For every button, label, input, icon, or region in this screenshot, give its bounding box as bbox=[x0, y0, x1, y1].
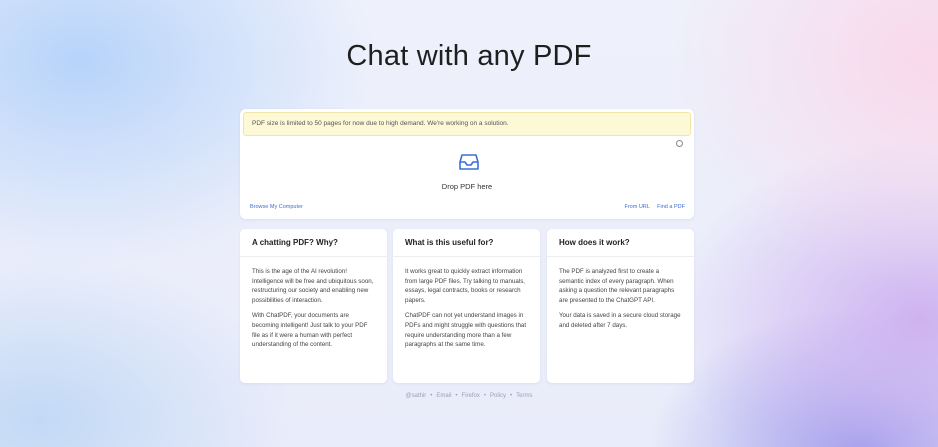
card-paragraph: It works great to quickly extract inform… bbox=[405, 268, 526, 304]
info-icon[interactable] bbox=[676, 140, 683, 147]
card-paragraph: The PDF is analyzed first to create a se… bbox=[559, 268, 675, 304]
card-paragraph: This is the age of the AI revolution! In… bbox=[252, 268, 374, 304]
inbox-icon bbox=[459, 154, 479, 170]
card-title: What is this useful for? bbox=[393, 229, 540, 257]
footer-link-email[interactable]: Email bbox=[436, 393, 451, 399]
why-card: A chatting PDF? Why? This is the age of … bbox=[240, 229, 387, 383]
size-limit-notice: PDF size is limited to 50 pages for now … bbox=[243, 112, 691, 136]
footer-link-firefox[interactable]: Firefox bbox=[462, 393, 480, 399]
footer-separator: • bbox=[510, 393, 513, 399]
card-paragraph: Your data is saved in a secure cloud sto… bbox=[559, 312, 681, 329]
useful-card: What is this useful for? It works great … bbox=[393, 229, 540, 383]
card-title: A chatting PDF? Why? bbox=[240, 229, 387, 257]
card-paragraph: ChatPDF can not yet understand images in… bbox=[405, 312, 527, 349]
page-title: Chat with any PDF bbox=[346, 40, 592, 72]
from-url-link[interactable]: From URL bbox=[624, 204, 649, 210]
pdf-dropzone[interactable]: Drop PDF here Browse My Computer From UR… bbox=[243, 138, 691, 218]
find-pdf-link[interactable]: Find a PDF bbox=[657, 204, 685, 210]
footer-separator: • bbox=[455, 393, 458, 399]
footer-link-policy[interactable]: Policy bbox=[490, 393, 506, 399]
footer-link-author[interactable]: @sathir bbox=[406, 393, 427, 399]
footer-separator: • bbox=[430, 393, 433, 399]
card-paragraph: With ChatPDF, your documents are becomin… bbox=[252, 312, 368, 349]
card-title: How does it work? bbox=[547, 229, 694, 257]
upload-card: PDF size is limited to 50 pages for now … bbox=[240, 109, 694, 219]
footer-link-terms[interactable]: Terms bbox=[516, 393, 532, 399]
how-card: How does it work? The PDF is analyzed fi… bbox=[547, 229, 694, 383]
footer-separator: • bbox=[483, 393, 486, 399]
drop-pdf-label: Drop PDF here bbox=[441, 182, 493, 191]
browse-computer-link[interactable]: Browse My Computer bbox=[250, 204, 303, 210]
footer: @sathir • Email • Firefox • Policy • Terms bbox=[0, 393, 938, 399]
